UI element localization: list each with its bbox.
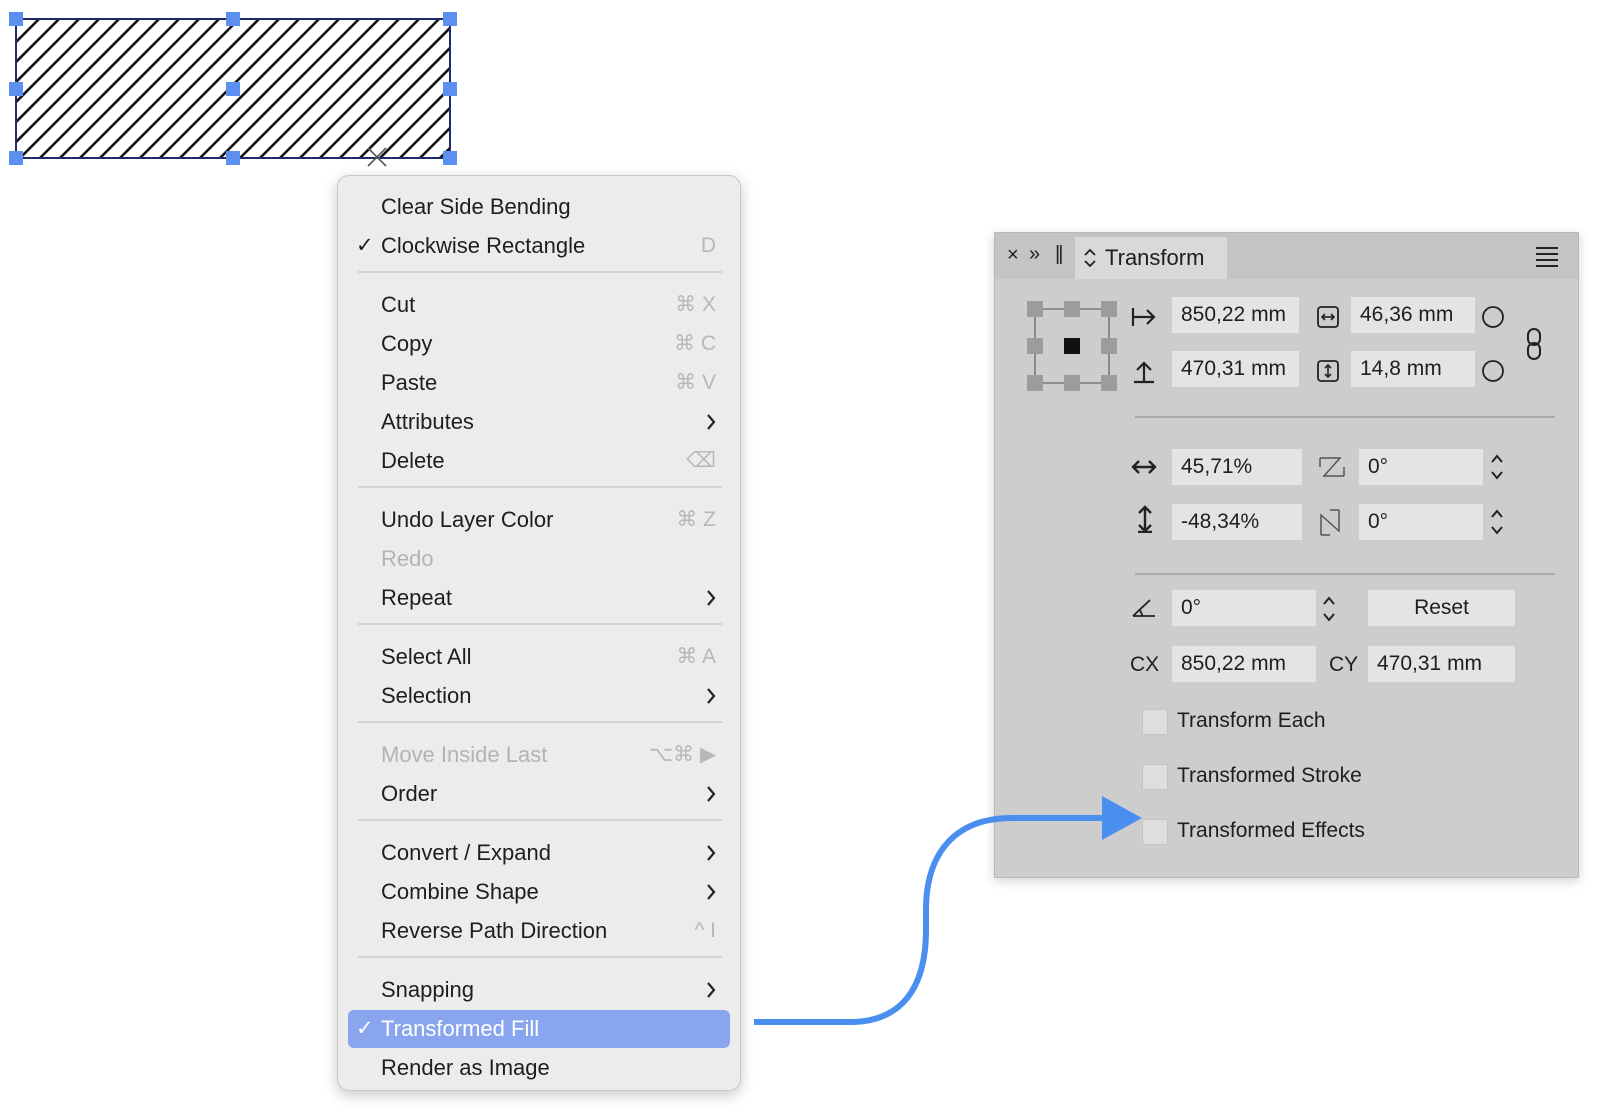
scale-vertical-icon (1138, 505, 1152, 533)
scale-horizontal-icon (1131, 460, 1157, 474)
menu-item-delete[interactable]: Delete ⌫ (348, 442, 730, 480)
scale-vertical-field[interactable]: -48,34% (1172, 504, 1302, 540)
menu-item-reverse-path-direction[interactable]: Reverse Path Direction ^ I (348, 912, 730, 950)
chevron-right-icon (707, 590, 716, 606)
menu-item-convert-expand[interactable]: Convert / Expand (348, 834, 730, 872)
chevron-right-icon (707, 845, 716, 861)
scale-horizontal-field[interactable]: 45,71% (1172, 449, 1302, 485)
backspace-icon: ⌫ (686, 449, 716, 472)
menu-item-selection[interactable]: Selection (348, 677, 730, 715)
updown-chevron-icon (1084, 248, 1096, 268)
transformed-stroke-label: Transformed Stroke (1177, 764, 1362, 787)
menu-item-move-inside-last: Move Inside Last ⌥⌘ ▶ (381, 742, 716, 767)
transformed-effects-label: Transformed Effects (1177, 819, 1365, 842)
transform-each-label: Transform Each (1177, 709, 1326, 732)
anchor-point-selector[interactable] (1025, 299, 1119, 393)
menu-separator (358, 486, 722, 488)
rotation-angle-icon (1132, 599, 1155, 617)
checkmark-icon: ✓ (356, 234, 374, 257)
width-icon (1317, 306, 1339, 328)
rotation-field[interactable]: 0° (1172, 590, 1316, 626)
y-position-icon (1134, 361, 1154, 384)
panel-divider (1135, 573, 1555, 575)
shear-horizontal-icon (1319, 457, 1345, 477)
height-icon (1317, 360, 1339, 382)
menu-item-repeat[interactable]: Repeat (348, 579, 730, 617)
panel-tabbar: × » || Transform (995, 233, 1578, 279)
menu-item-transformed-fill[interactable]: ✓ Transformed Fill (348, 1010, 730, 1048)
width-field[interactable]: 46,36 mm (1351, 297, 1475, 333)
collapse-icon[interactable]: » (1029, 243, 1040, 266)
checkmark-icon: ✓ (356, 1017, 374, 1040)
shear-horizontal-field[interactable]: 0° (1359, 449, 1483, 485)
menu-separator (358, 271, 722, 273)
cx-field[interactable]: 850,22 mm (1172, 646, 1316, 682)
chevron-right-icon (707, 688, 716, 704)
menu-item-redo: Redo (381, 546, 434, 571)
reset-button[interactable]: Reset (1368, 590, 1515, 626)
chevron-right-icon (707, 414, 716, 430)
menu-item-attributes[interactable]: Attributes (348, 403, 730, 441)
menu-item-order[interactable]: Order (348, 775, 730, 813)
rotation-stepper-icon[interactable] (1321, 594, 1337, 624)
menu-icon[interactable] (1535, 245, 1559, 267)
height-lock-circle-icon[interactable] (1481, 359, 1505, 383)
menu-item-combine-shape[interactable]: Combine Shape (348, 873, 730, 911)
y-position-field[interactable]: 470,31 mm (1172, 351, 1299, 387)
transformed-effects-checkbox[interactable] (1142, 819, 1168, 845)
transformed-stroke-checkbox[interactable] (1142, 764, 1168, 790)
menu-item-undo-layer-color[interactable]: Undo Layer Color ⌘ Z (348, 501, 730, 539)
chevron-right-icon (707, 884, 716, 900)
menu-item-snapping[interactable]: Snapping (348, 971, 730, 1009)
x-position-field[interactable]: 850,22 mm (1172, 297, 1299, 333)
panel-divider (1135, 416, 1555, 418)
menu-separator (358, 956, 722, 958)
cy-label: CY (1329, 653, 1359, 676)
selected-rectangle[interactable] (0, 0, 470, 175)
chevron-right-icon (707, 786, 716, 802)
cy-field[interactable]: 470,31 mm (1368, 646, 1515, 682)
menu-item-paste[interactable]: Paste ⌘ V (348, 364, 730, 402)
width-lock-circle-icon[interactable] (1481, 305, 1505, 329)
transform-each-checkbox[interactable] (1142, 709, 1168, 735)
shear-vertical-field[interactable]: 0° (1359, 504, 1483, 540)
menu-separator (358, 819, 722, 821)
menu-item-clear-side-bending[interactable]: Clear Side Bending (348, 188, 730, 226)
height-field[interactable]: 14,8 mm (1351, 351, 1475, 387)
grip-icon[interactable]: || (1055, 243, 1064, 266)
x-position-icon (1131, 308, 1156, 326)
menu-item-select-all[interactable]: Select All ⌘ A (348, 638, 730, 676)
shear-vertical-icon (1320, 509, 1340, 536)
context-menu: Clear Side Bending ✓ Clockwise Rectangle… (337, 175, 741, 1091)
chevron-right-icon (707, 982, 716, 998)
menu-item-clockwise-rectangle[interactable]: ✓ Clockwise Rectangle D (348, 227, 730, 265)
menu-item-copy[interactable]: Copy ⌘ C (348, 325, 730, 363)
shear-horizontal-stepper-icon[interactable] (1489, 452, 1505, 482)
menu-separator (358, 623, 722, 625)
tab-transform[interactable]: Transform (1075, 237, 1227, 279)
menu-separator (358, 721, 722, 723)
menu-item-render-as-image[interactable]: Render as Image (348, 1049, 730, 1087)
close-icon[interactable]: × (1007, 244, 1019, 267)
cx-label: CX (1130, 653, 1160, 676)
shear-vertical-stepper-icon[interactable] (1489, 507, 1505, 537)
menu-item-cut[interactable]: Cut ⌘ X (348, 286, 730, 324)
link-chain-icon[interactable] (1525, 327, 1543, 361)
transform-panel: × » || Transform 850,22 mm 46,36 mm 470,… (994, 232, 1579, 878)
